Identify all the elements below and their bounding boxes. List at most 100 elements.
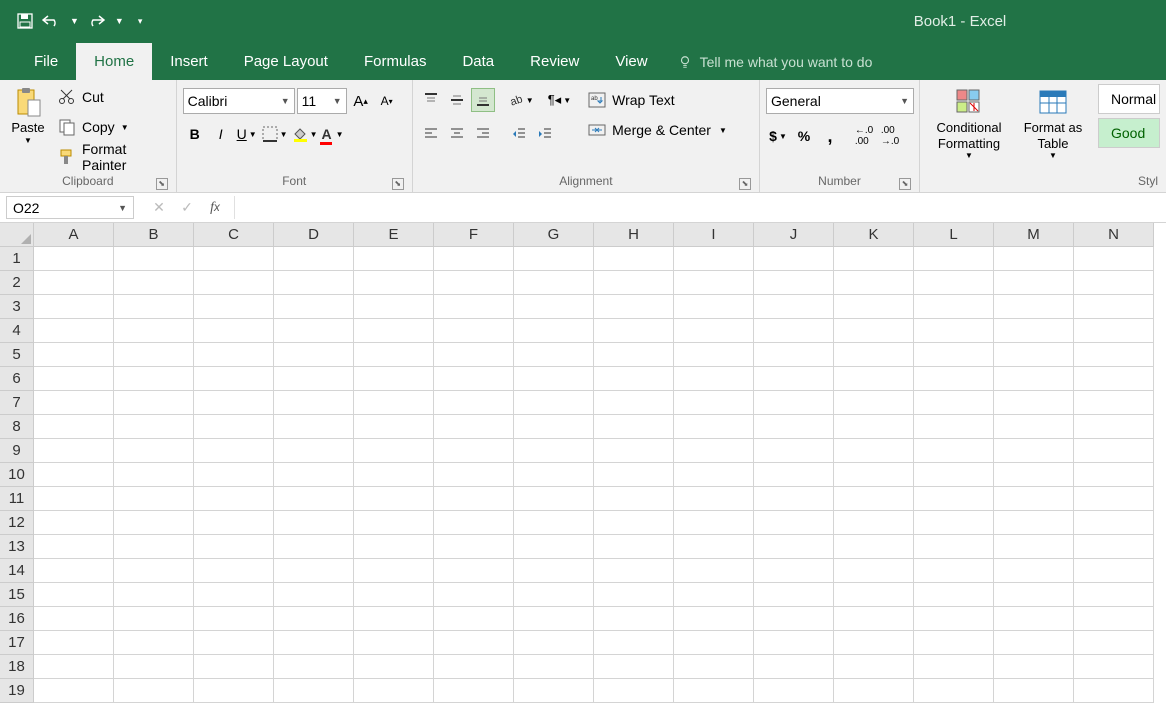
tab-page-layout[interactable]: Page Layout	[226, 43, 346, 80]
cell[interactable]	[114, 631, 194, 655]
accounting-format-button[interactable]: $▼	[766, 124, 790, 148]
cell[interactable]	[594, 319, 674, 343]
formula-input[interactable]	[234, 196, 1166, 219]
cell[interactable]	[434, 559, 514, 583]
cell[interactable]	[1074, 415, 1154, 439]
cell[interactable]	[834, 271, 914, 295]
bold-button[interactable]: B	[183, 122, 207, 146]
cell[interactable]	[1074, 319, 1154, 343]
cell[interactable]	[914, 463, 994, 487]
cell[interactable]	[274, 271, 354, 295]
paste-button[interactable]: Paste ▼	[6, 84, 50, 170]
redo-icon[interactable]	[87, 12, 105, 30]
font-size-combo[interactable]: 11▼	[297, 88, 347, 114]
qat-customize-icon[interactable]: ▾	[138, 16, 143, 27]
cell[interactable]	[674, 535, 754, 559]
cell[interactable]	[514, 343, 594, 367]
cell[interactable]	[1074, 607, 1154, 631]
row-header[interactable]: 14	[0, 559, 34, 583]
cell[interactable]	[114, 511, 194, 535]
cell[interactable]	[674, 559, 754, 583]
column-header[interactable]: H	[594, 223, 674, 247]
align-center-icon[interactable]	[445, 122, 469, 146]
select-all-corner[interactable]	[0, 223, 34, 247]
cell[interactable]	[994, 583, 1074, 607]
cell[interactable]	[114, 391, 194, 415]
cell[interactable]	[834, 391, 914, 415]
cell[interactable]	[274, 679, 354, 703]
column-header[interactable]: I	[674, 223, 754, 247]
cell[interactable]	[994, 631, 1074, 655]
cell[interactable]	[514, 487, 594, 511]
column-header[interactable]: A	[34, 223, 114, 247]
cell[interactable]	[354, 679, 434, 703]
cell[interactable]	[194, 415, 274, 439]
cell[interactable]	[674, 607, 754, 631]
cell[interactable]	[34, 415, 114, 439]
cell[interactable]	[274, 535, 354, 559]
cell[interactable]	[834, 247, 914, 271]
cell[interactable]	[914, 583, 994, 607]
cell[interactable]	[514, 511, 594, 535]
cell[interactable]	[274, 655, 354, 679]
copy-button[interactable]: Copy ▼	[54, 114, 170, 140]
cell[interactable]	[914, 343, 994, 367]
cell[interactable]	[994, 559, 1074, 583]
cell[interactable]	[594, 463, 674, 487]
row-header[interactable]: 1	[0, 247, 34, 271]
cell[interactable]	[754, 463, 834, 487]
cell[interactable]	[514, 607, 594, 631]
column-header[interactable]: K	[834, 223, 914, 247]
cell[interactable]	[434, 391, 514, 415]
cell[interactable]	[594, 679, 674, 703]
cell[interactable]	[194, 487, 274, 511]
cell[interactable]	[994, 295, 1074, 319]
cell[interactable]	[514, 631, 594, 655]
align-bottom-icon[interactable]	[471, 88, 495, 112]
cell[interactable]	[1074, 535, 1154, 559]
cell[interactable]	[674, 583, 754, 607]
cell[interactable]	[1074, 343, 1154, 367]
cell[interactable]	[594, 583, 674, 607]
cell[interactable]	[274, 607, 354, 631]
cell[interactable]	[994, 511, 1074, 535]
increase-indent-icon[interactable]	[533, 122, 557, 146]
cell[interactable]	[514, 655, 594, 679]
cell[interactable]	[434, 487, 514, 511]
cell[interactable]	[834, 463, 914, 487]
cell[interactable]	[274, 463, 354, 487]
cell[interactable]	[754, 319, 834, 343]
cell[interactable]	[994, 319, 1074, 343]
row-header[interactable]: 2	[0, 271, 34, 295]
column-header[interactable]: D	[274, 223, 354, 247]
cell[interactable]	[1074, 511, 1154, 535]
cell[interactable]	[434, 295, 514, 319]
cell[interactable]	[34, 607, 114, 631]
number-format-combo[interactable]: General▼	[766, 88, 914, 114]
cell[interactable]	[994, 655, 1074, 679]
cell[interactable]	[834, 319, 914, 343]
cell[interactable]	[834, 655, 914, 679]
cell[interactable]	[914, 295, 994, 319]
row-header[interactable]: 11	[0, 487, 34, 511]
cell[interactable]	[34, 295, 114, 319]
cell[interactable]	[674, 391, 754, 415]
cell[interactable]	[354, 247, 434, 271]
cell[interactable]	[274, 583, 354, 607]
cell[interactable]	[114, 439, 194, 463]
cell[interactable]	[354, 343, 434, 367]
undo-icon[interactable]	[42, 12, 60, 30]
percent-button[interactable]: %	[792, 124, 816, 148]
cell[interactable]	[34, 319, 114, 343]
cell[interactable]	[914, 631, 994, 655]
cell[interactable]	[914, 367, 994, 391]
cell[interactable]	[754, 271, 834, 295]
cell[interactable]	[994, 367, 1074, 391]
cell[interactable]	[594, 295, 674, 319]
column-header[interactable]: E	[354, 223, 434, 247]
cell[interactable]	[114, 679, 194, 703]
cell[interactable]	[994, 487, 1074, 511]
row-header[interactable]: 9	[0, 439, 34, 463]
cell[interactable]	[114, 583, 194, 607]
decrease-decimal-icon[interactable]: .00→.0	[878, 124, 902, 148]
